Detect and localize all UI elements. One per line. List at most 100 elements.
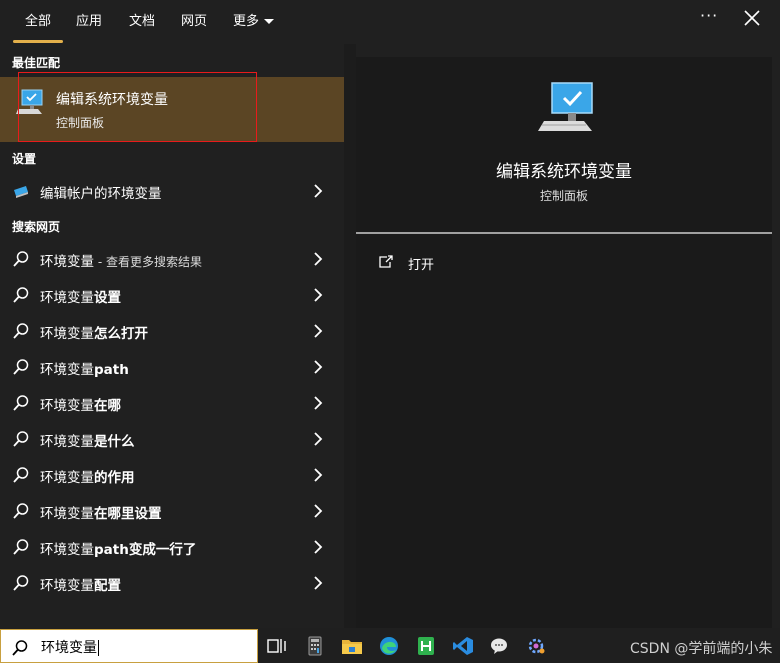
chevron-right-icon <box>314 360 323 374</box>
web-result-label: 环境变量的作用 <box>40 466 135 486</box>
chevron-right-icon <box>314 504 323 518</box>
open-action[interactable]: 打开 <box>378 253 578 275</box>
web-result-label: 环境变量是什么 <box>40 430 135 450</box>
search-icon <box>13 431 29 447</box>
detail-panel: 编辑系统环境变量 控制面板 打开 <box>356 57 772 628</box>
web-result-label: 环境变量配置 <box>40 574 121 594</box>
detail-title: 编辑系统环境变量 <box>496 162 632 182</box>
taskbar: 环境变量 CSDN @学前端的小朱 <box>0 628 780 663</box>
section-heading-web: 搜索网页 <box>12 220 61 234</box>
edge-icon[interactable] <box>378 636 400 656</box>
hbuilder-icon[interactable] <box>415 636 437 656</box>
web-result-label: 环境变量设置 <box>40 286 121 306</box>
task-view-icon[interactable] <box>266 636 288 656</box>
tab-more-label: 更多 <box>233 14 260 29</box>
web-result-prefix: 环境变量 <box>40 290 94 306</box>
web-result-item[interactable]: 环境变量path变成一行了 <box>0 530 344 564</box>
chevron-right-icon <box>314 288 323 302</box>
panel-gap <box>344 44 356 628</box>
close-icon[interactable] <box>742 8 762 28</box>
search-icon <box>13 395 29 411</box>
web-result-prefix: 环境变量 <box>40 470 94 486</box>
chevron-down-icon <box>264 19 275 24</box>
web-result-label: 环境变量path <box>40 358 129 378</box>
web-result-item[interactable]: 环境变量在哪 <box>0 386 344 420</box>
web-result-item[interactable]: 环境变量 - 查看更多搜索结果 <box>0 242 344 276</box>
web-result-item[interactable]: 环境变量配置 <box>0 566 344 600</box>
search-input[interactable]: 环境变量 <box>41 637 99 657</box>
web-result-prefix: 环境变量 <box>40 398 94 414</box>
search-icon <box>13 323 29 339</box>
detail-subtitle: 控制面板 <box>539 189 588 203</box>
watermark: CSDN @学前端的小朱 <box>630 641 773 657</box>
more-options-button[interactable]: ··· <box>700 6 718 25</box>
web-result-suffix: path变成一行了 <box>94 542 197 558</box>
open-external-icon <box>379 255 393 268</box>
web-result-suffix: 是什么 <box>94 434 135 450</box>
active-tab-indicator <box>13 40 63 43</box>
web-result-suffix: 配置 <box>94 578 121 594</box>
web-result-item[interactable]: 环境变量path <box>0 350 344 384</box>
calculator-icon[interactable] <box>304 636 326 656</box>
search-icon <box>12 640 28 656</box>
chevron-right-icon <box>314 252 323 266</box>
tab-all[interactable]: 全部 <box>25 10 51 29</box>
section-heading-settings: 设置 <box>12 152 37 166</box>
search-input-value: 环境变量 <box>41 640 97 656</box>
web-result-prefix: 环境变量 <box>40 362 94 378</box>
web-result-label: 环境变量 - 查看更多搜索结果 <box>40 250 202 270</box>
search-icon <box>13 467 29 483</box>
web-result-item[interactable]: 环境变量的作用 <box>0 458 344 492</box>
tab-more[interactable]: 更多 <box>233 10 275 29</box>
web-result-prefix: 环境变量 <box>40 506 94 522</box>
chevron-right-icon <box>314 432 323 446</box>
taskbar-search-box[interactable]: 环境变量 <box>0 629 258 663</box>
web-result-item[interactable]: 环境变量设置 <box>0 278 344 312</box>
search-icon <box>13 539 29 555</box>
web-result-label: 环境变量path变成一行了 <box>40 538 196 558</box>
search-icon <box>13 575 29 591</box>
web-result-prefix: 环境变量 <box>40 326 94 342</box>
search-icon <box>13 359 29 375</box>
chevron-right-icon <box>314 468 323 482</box>
chevron-right-icon <box>314 184 323 198</box>
chevron-right-icon <box>314 324 323 338</box>
web-result-item[interactable]: 环境变量在哪里设置 <box>0 494 344 528</box>
vscode-icon[interactable] <box>452 636 474 656</box>
settings-app-icon[interactable] <box>526 636 548 656</box>
web-result-item[interactable]: 环境变量是什么 <box>0 422 344 456</box>
search-icon <box>13 251 29 267</box>
settings-item-label: 编辑帐户的环境变量 <box>40 186 162 202</box>
detail-divider <box>356 232 772 234</box>
settings-item[interactable]: 编辑帐户的环境变量 <box>0 174 344 208</box>
top-bar: 全部 应用 文档 网页 更多 ··· <box>0 0 780 44</box>
web-result-suffix: path <box>94 362 129 378</box>
open-action-label: 打开 <box>408 258 435 273</box>
web-result-label: 环境变量怎么打开 <box>40 322 148 342</box>
highlight-box <box>18 72 257 142</box>
web-result-suffix: 在哪 <box>94 398 121 414</box>
web-result-prefix: 环境变量 <box>40 434 94 450</box>
web-result-suffix: 的作用 <box>94 470 135 486</box>
web-result-suffix: 在哪里设置 <box>94 506 162 522</box>
web-result-suffix: 设置 <box>94 290 121 306</box>
monitor-check-icon <box>538 82 593 131</box>
chevron-right-icon <box>314 396 323 410</box>
results-panel: 最佳匹配 编辑系统环境变量 控制面板 设置 编辑帐户的环境变量 搜索网页 环境变… <box>0 44 344 628</box>
monitor-edit-icon <box>14 186 28 198</box>
tab-apps[interactable]: 应用 <box>76 10 102 29</box>
tab-documents[interactable]: 文档 <box>129 10 155 29</box>
web-result-prefix: 环境变量 <box>40 254 94 270</box>
search-icon <box>13 287 29 303</box>
search-icon <box>13 503 29 519</box>
web-result-suffix: 怎么打开 <box>94 326 148 342</box>
file-explorer-icon[interactable] <box>341 636 363 656</box>
web-result-prefix: 环境变量 <box>40 542 94 558</box>
web-result-item[interactable]: 环境变量怎么打开 <box>0 314 344 348</box>
section-heading-best-match: 最佳匹配 <box>12 56 61 70</box>
tab-web[interactable]: 网页 <box>181 10 207 29</box>
web-result-label: 环境变量在哪 <box>40 394 121 414</box>
web-result-prefix: 环境变量 <box>40 578 94 594</box>
chevron-right-icon <box>314 540 323 554</box>
wechat-icon[interactable] <box>489 636 511 656</box>
